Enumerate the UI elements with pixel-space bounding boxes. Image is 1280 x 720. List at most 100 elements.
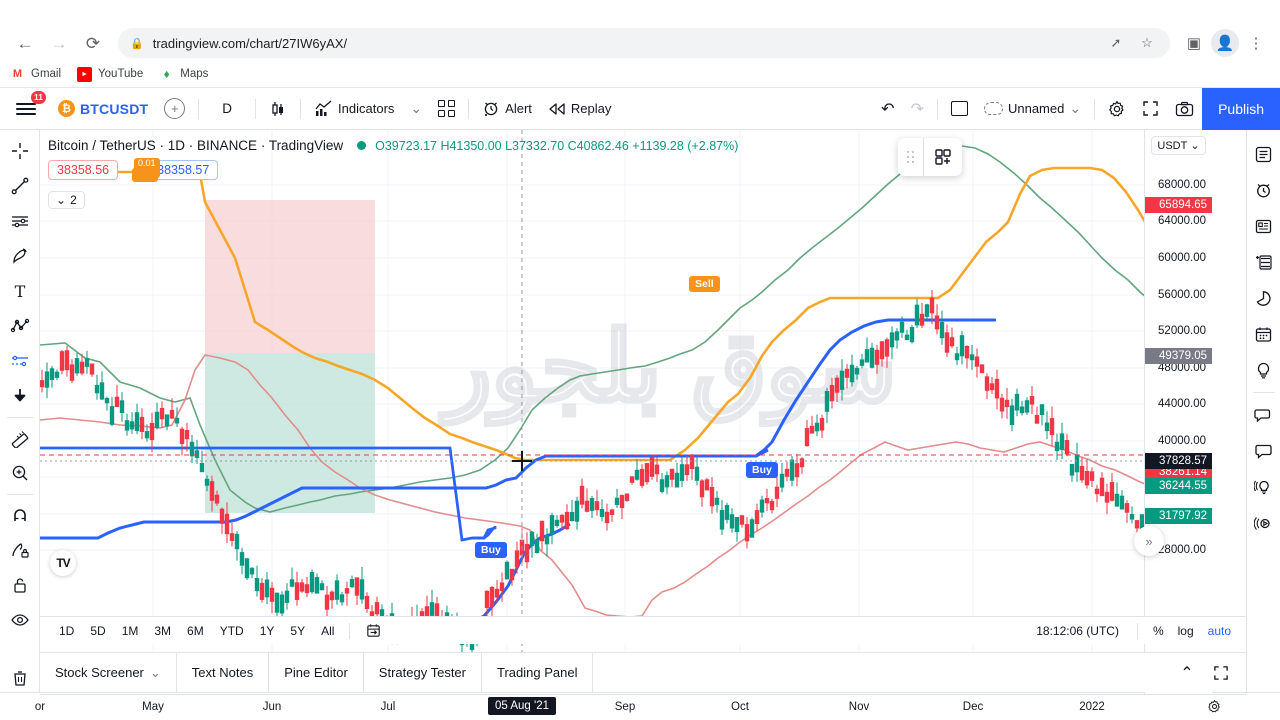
arrow-marker-icon[interactable] [3,379,37,413]
chevron-down-icon: ⌄ [1190,140,1200,152]
tradingview-logo[interactable]: TV [50,550,76,576]
magnet-icon[interactable] [3,498,37,532]
add-symbol-button[interactable]: + [156,94,193,124]
hotlist-icon[interactable] [1249,244,1279,280]
drawing-lock-icon[interactable] [3,533,37,567]
supertrend-left-low [459,522,571,632]
bookmark-gmail[interactable]: M Gmail [10,67,61,82]
profile-avatar-icon[interactable]: 👤 [1211,29,1239,57]
save-layout-button[interactable]: Unnamed ⌄ [976,94,1089,124]
sell-price-box[interactable]: 38358.56 [48,160,119,180]
timeframe-button[interactable]: D [204,94,250,124]
snapshot-button[interactable] [1167,94,1202,124]
forward-arrow-icon[interactable]: → [44,28,74,58]
zoom-in-icon[interactable] [3,456,37,490]
measure-ruler-icon[interactable] [3,421,37,455]
fullscreen-button[interactable] [1134,94,1167,124]
add-pane-icon[interactable] [924,148,962,166]
publish-button[interactable]: Publish [1202,87,1280,130]
reload-icon[interactable]: ⟳ [78,28,108,58]
replay-button[interactable]: Replay [540,94,619,124]
bottom-tab-label: Text Notes [191,665,254,680]
bottom-tab-strategy-tester[interactable]: Strategy Tester [364,652,482,693]
ideas-stream-icon[interactable] [1249,469,1279,505]
range-button-5d[interactable]: 5D [83,622,112,640]
bottom-tab-pine-editor[interactable]: Pine Editor [269,652,364,693]
ideas-lightbulb-icon[interactable] [1249,352,1279,388]
address-bar[interactable]: 🔒 tradingview.com/chart/27IW6yAX/ ➚ ☆ [118,28,1170,58]
chat-icon[interactable] [1249,397,1279,433]
hide-all-icon[interactable] [3,603,37,637]
legend-status-dot [357,141,367,150]
bottom-tab-trading-panel[interactable]: Trading Panel [482,652,594,693]
calendar-icon[interactable] [1249,316,1279,352]
currency-selector[interactable]: USDT ⌄ [1151,136,1206,155]
range-button-all[interactable]: All [314,622,341,640]
range-button-1y[interactable]: 1Y [253,622,282,640]
time-range-bar: 1D 5D 1M 3M 6M YTD 1Y 5Y All 18:12:06 (UTC) % lo… [40,616,1246,644]
layout-name-label: Unnamed [1007,101,1065,116]
bottom-tab-label: Strategy Tester [378,665,466,680]
watchlist-icon[interactable] [1249,136,1279,172]
undo-button[interactable]: ↶ [873,94,902,124]
range-button-3m[interactable]: 3M [147,622,178,640]
menu-badge: 11 [31,90,46,104]
range-button-5y[interactable]: 5Y [283,622,312,640]
bookmark-maps[interactable]: ♦ Maps [159,67,209,82]
cross-cursor-icon[interactable] [3,134,37,168]
brush-icon[interactable] [3,239,37,273]
auto-scale-button[interactable]: auto [1201,622,1238,640]
alert-label: Alert [505,101,532,116]
indicators-dropdown-button[interactable]: ⌄ [402,94,430,124]
kebab-menu-icon[interactable]: ⋮ [1242,29,1270,57]
indicator-templates-button[interactable] [430,94,463,124]
lock-all-icon[interactable] [3,568,37,602]
drag-dots-icon[interactable] [898,138,924,176]
alert-button[interactable]: Alert [474,94,540,124]
time-tick-label: 2022 [1079,701,1105,713]
range-button-6m[interactable]: 6M [180,622,211,640]
layout-grid-icon [438,100,456,117]
log-scale-button[interactable]: log [1171,622,1201,640]
side-panel-icon[interactable]: ▣ [1180,29,1208,57]
range-button-1m[interactable]: 1M [115,622,146,640]
percent-scale-button[interactable]: % [1146,622,1171,640]
range-button-1d[interactable]: 1D [52,622,81,640]
floating-pane-toolbar[interactable] [898,138,962,176]
indicators-button[interactable]: Indicators [306,94,402,124]
bookmark-youtube[interactable]: ► YouTube [77,66,143,82]
symbol-search-button[interactable]: ₿ BTCUSDT [50,94,156,124]
bottom-tab-stock-screener[interactable]: Stock Screener ⌄ [40,652,177,693]
remove-all-icon[interactable] [3,663,37,693]
trend-line-icon[interactable] [3,169,37,203]
text-tool-icon[interactable]: T [3,274,37,308]
collapse-chevron-icon[interactable]: ⌃ [1170,653,1204,693]
redo-button[interactable]: ↷ [903,94,932,124]
time-axis[interactable]: or May Jun Jul Sep Oct Nov Dec 2022 05 Aug '21 [35,694,1246,720]
bottom-tab-text-notes[interactable]: Text Notes [177,652,270,693]
broadcast-icon[interactable] [1249,505,1279,541]
pattern-icon[interactable] [3,309,37,343]
fib-retracement-icon[interactable] [3,204,37,238]
share-icon[interactable]: ➚ [1105,32,1127,54]
chart-type-button[interactable] [261,94,295,124]
plus-icon: + [164,98,186,119]
star-icon[interactable]: ☆ [1136,32,1158,54]
go-to-date-icon[interactable] [358,620,389,641]
legend-sources-toggle[interactable]: ⌄ 2 [48,191,85,209]
prediction-tool-icon[interactable] [3,344,37,378]
buy-marker-2: Buy [746,462,778,478]
data-window-icon[interactable] [1249,208,1279,244]
time-settings-gear-icon[interactable] [1207,699,1222,714]
range-button-ytd[interactable]: YTD [213,622,251,640]
private-chat-icon[interactable] [1249,433,1279,469]
chart-settings-button[interactable] [1100,94,1134,124]
alerts-icon[interactable] [1249,172,1279,208]
back-arrow-icon[interactable]: ← [10,28,40,58]
toolbar-divider [198,98,200,119]
select-layout-button[interactable] [943,94,976,124]
scroll-to-most-recent-icon[interactable]: » [1134,526,1164,556]
calendar-ideas-icon[interactable] [1249,280,1279,316]
main-menu-button[interactable]: 11 [6,90,50,124]
expand-panel-icon[interactable] [1204,653,1238,693]
